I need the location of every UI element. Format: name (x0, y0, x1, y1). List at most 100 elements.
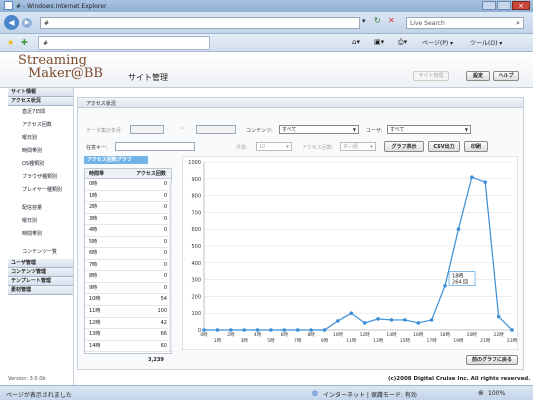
y-tick-label: 100 (191, 311, 201, 317)
sidebar-section[interactable]: アクセス状況 (8, 97, 73, 106)
sidebar-section[interactable]: ユーザ管理 (8, 259, 73, 268)
data-point (389, 318, 394, 322)
sidebar-item[interactable]: 配信容量 (8, 202, 73, 215)
sidebar-item[interactable]: アクセス回数 (8, 119, 73, 132)
sidebar-item[interactable]: 時間帯別 (8, 145, 73, 158)
refresh-icon[interactable]: ↻ (374, 16, 381, 25)
x-tick-label: 10時 (333, 332, 344, 338)
sidebar-item[interactable]: OS種類別 (8, 158, 73, 171)
table-scrollbar[interactable] (169, 181, 172, 351)
table-row: 11時 100 (85, 306, 171, 318)
sidebar-section[interactable]: 素材管理 (8, 286, 73, 295)
add-favorite-icon[interactable]: ✚ (21, 38, 28, 47)
cell-count: 0 (163, 238, 167, 245)
search-input[interactable]: Live Search ⌕ (406, 17, 524, 29)
print-button[interactable]: 印刷 (464, 141, 488, 152)
data-point (456, 227, 461, 231)
y-tick-label: 700 (191, 210, 201, 216)
cell-time: 4時 (89, 227, 98, 234)
status-text: ページが表示されました (6, 392, 72, 399)
tools-menu[interactable]: ツール(O) ▾ (470, 38, 502, 47)
y-tick-label: 800 (191, 194, 201, 200)
zoom-icon[interactable]: ⊕ (478, 389, 484, 397)
cell-time: 14時 (89, 342, 101, 349)
data-point (215, 328, 220, 332)
cell-time: 11時 (89, 308, 101, 315)
search-icon[interactable]: ⌕ (516, 19, 520, 28)
tooltip-value: 264 回 (452, 280, 468, 286)
stop-icon[interactable]: ✕ (388, 16, 395, 25)
data-point (282, 328, 287, 332)
data-point (309, 328, 313, 332)
dropdown-icon[interactable]: ▾ (362, 17, 366, 25)
period-end-input[interactable] (196, 125, 236, 134)
x-tick-label: 17時 (427, 338, 438, 344)
data-point (255, 328, 260, 332)
data-point (362, 321, 367, 325)
table-row: 4時 0 (85, 225, 171, 237)
access-line-chart: 010020030040050060070080090010000時1時2時3時… (182, 156, 518, 350)
logo: Streaming Maker@BB (18, 53, 103, 81)
cell-count: 100 (157, 308, 167, 315)
period-start-input[interactable] (130, 125, 164, 134)
graph-display-button[interactable]: グラフ表示 (384, 141, 424, 152)
csv-export-button[interactable]: CSV出力 (428, 141, 460, 152)
x-tick-label: 16時 (413, 332, 424, 338)
sidebar-item[interactable]: 時間帯別 (8, 228, 73, 241)
cell-count: 66 (160, 331, 167, 338)
x-tick-label: 3時 (240, 338, 248, 344)
help-button[interactable]: ヘルプ (493, 71, 519, 81)
y-tick-label: 200 (191, 294, 201, 300)
user-select[interactable]: すべて (387, 125, 471, 134)
data-point (336, 319, 340, 323)
forward-icon[interactable]: ▶ (22, 18, 32, 28)
data-point (483, 180, 488, 184)
print-icon[interactable]: ⎙▾ (398, 38, 407, 47)
page-header: Streaming Maker@BB サイト管理 サイト管理 設定 ヘルプ (0, 52, 533, 88)
minimize-button[interactable] (482, 1, 496, 10)
content-select[interactable]: すべて (279, 125, 359, 134)
y-tick-label: 1000 (188, 160, 201, 166)
page-menu[interactable]: ページ(P) ▾ (422, 38, 453, 47)
zoom-level[interactable]: 100% (488, 390, 505, 397)
data-point (510, 328, 514, 332)
table-row: 7時 0 (85, 260, 171, 272)
x-tick-label: 8時 (307, 332, 315, 338)
sidebar-item[interactable]: プレイヤー種類別 (8, 184, 73, 197)
cell-count: 0 (163, 204, 167, 211)
count-select[interactable]: 10 (256, 142, 292, 151)
sidebar-item[interactable]: ブラウザ種類別 (8, 171, 73, 184)
table-row: 0時 0 (85, 179, 171, 191)
cell-time: 10時 (89, 296, 101, 303)
address-input[interactable]: # (40, 17, 360, 29)
close-icon[interactable]: × (512, 1, 530, 10)
x-tick-label: 5時 (267, 338, 275, 344)
table-caption: アクセス回数グラフ (84, 156, 148, 164)
site-admin-button[interactable]: サイト管理 (413, 71, 449, 81)
sidebar-item[interactable]: 直近7日間 (8, 106, 73, 119)
back-to-previous-graph-button[interactable]: 前のグラフに戻る (466, 355, 518, 365)
sidebar-section[interactable]: サイト情報 (8, 88, 73, 97)
feed-icon[interactable]: ▣▾ (374, 38, 384, 46)
settings-button[interactable]: 設定 (466, 71, 490, 81)
version-label: Version: 3.0.0b (8, 376, 46, 382)
sidebar-item[interactable]: コンテンツ一覧 (8, 246, 73, 259)
tab-current[interactable]: # (38, 36, 210, 50)
keyword-input[interactable] (115, 142, 195, 151)
maximize-button[interactable] (497, 1, 511, 10)
home-icon[interactable]: ⌂▾ (352, 38, 360, 46)
sidebar-item[interactable]: 曜日別 (8, 132, 73, 145)
x-tick-label: 4時 (254, 332, 262, 338)
x-tick-label: 11時 (346, 338, 357, 344)
cell-count: 54 (160, 296, 167, 303)
cell-count: 0 (163, 192, 167, 199)
table-row: 13時 66 (85, 329, 171, 341)
sidebar-item[interactable]: 曜日別 (8, 215, 73, 228)
cell-count: 0 (163, 284, 167, 291)
back-icon[interactable]: ◀ (4, 15, 19, 30)
order-select[interactable]: 多い順 (340, 142, 376, 151)
sidebar-section[interactable]: コンテンツ管理 (8, 268, 73, 277)
sidebar-section[interactable]: テンプレート管理 (8, 277, 73, 286)
cell-time: 5時 (89, 238, 98, 245)
favorites-star-icon[interactable]: ★ (7, 38, 14, 47)
